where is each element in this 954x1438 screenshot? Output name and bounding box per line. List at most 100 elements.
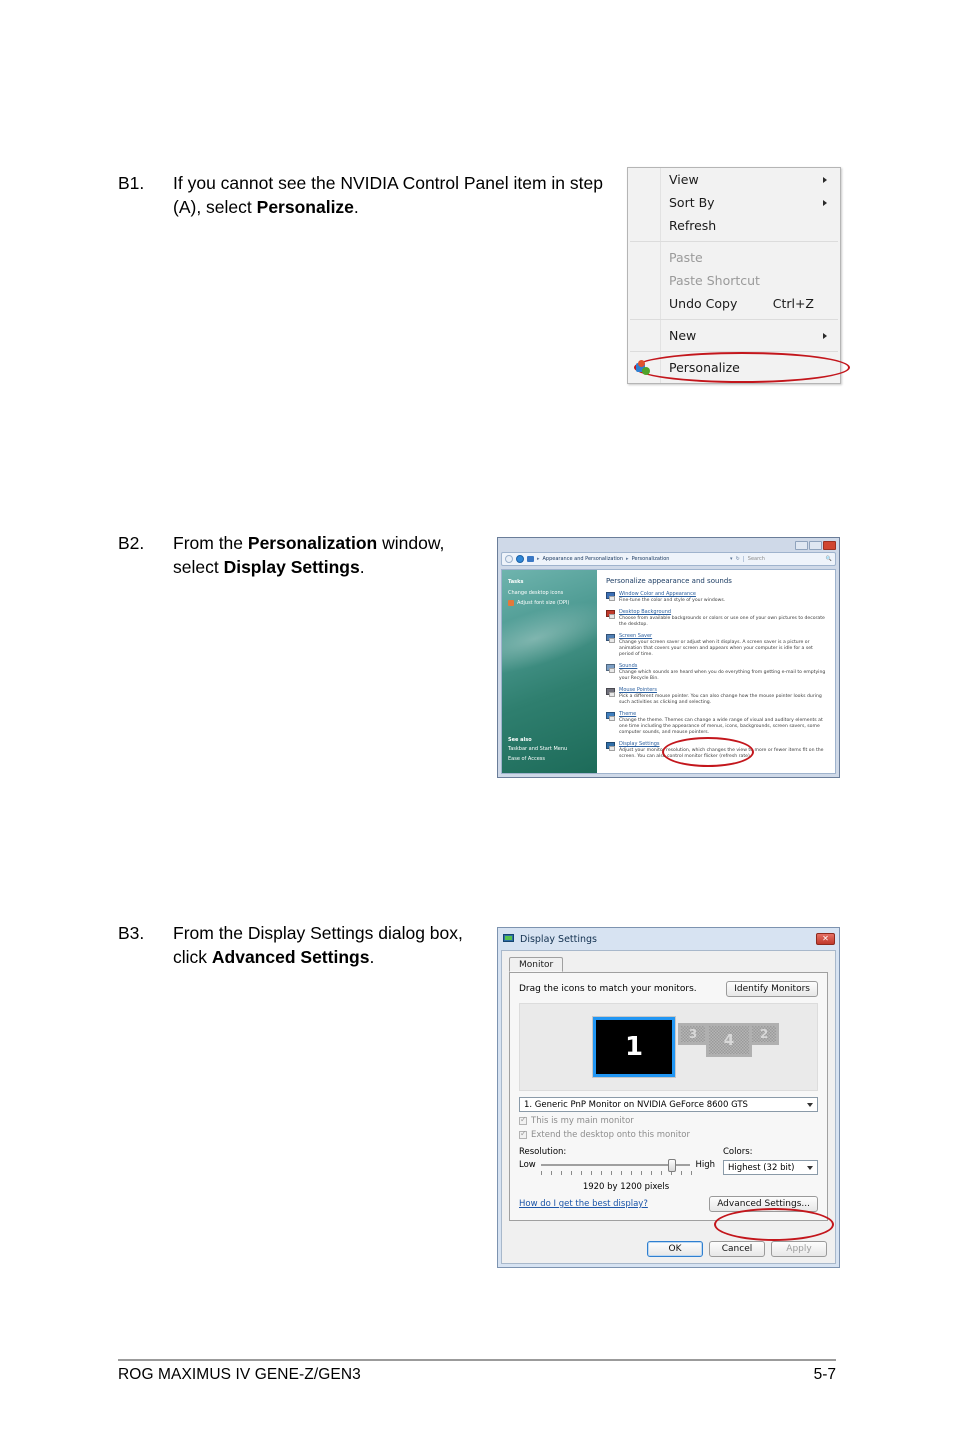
personalization-item-description: Fine-tune the color and style of your wi… — [619, 598, 726, 603]
task-link-label: Adjust font size (DPI) — [517, 600, 570, 606]
personalization-item[interactable]: Window Color and Appearance Fine-tune the… — [606, 591, 827, 604]
submenu-arrow-icon — [823, 332, 827, 339]
monitor-select-value: 1. Generic PnP Monitor on NVIDIA GeForce… — [524, 1099, 748, 1110]
task-link-label: Change desktop icons — [508, 590, 564, 596]
see-also-links: Taskbar and Start Menu Ease of Access — [508, 746, 567, 762]
desktop-context-menu[interactable]: View Sort By Refresh Paste Paste Shortcut Und… — [627, 167, 841, 384]
menu-item-refresh[interactable]: Refresh — [628, 214, 840, 237]
resolution-value-label: 1920 by 1200 pixels — [582, 1182, 670, 1192]
close-button[interactable] — [823, 541, 836, 550]
personalization-item-name[interactable]: Sounds — [619, 663, 827, 669]
monitor-select-dropdown[interactable]: 1. Generic PnP Monitor on NVIDIA GeForce… — [519, 1097, 818, 1112]
display-settings-icon — [606, 742, 615, 751]
menu-item-personalize[interactable]: Personalize — [628, 356, 840, 379]
menu-item-label: New — [669, 328, 697, 343]
see-also-link[interactable]: Taskbar and Start Menu — [508, 746, 567, 752]
personalize-icon — [636, 359, 652, 376]
control-panel-icon — [527, 556, 534, 562]
tab-strip: Monitor — [509, 957, 828, 973]
personalization-item[interactable]: Sounds Change which sounds are heard when… — [606, 663, 827, 682]
emphasis-text: Personalization — [247, 533, 378, 553]
personalization-item-name[interactable]: Theme — [619, 711, 827, 717]
menu-item-undo-copy[interactable]: Undo Copy Ctrl+Z — [628, 292, 840, 315]
see-also-link[interactable]: Ease of Access — [508, 756, 567, 762]
minimize-button[interactable] — [795, 541, 808, 550]
personalization-item-description: Change your screen saver or adjust when … — [619, 640, 813, 657]
window-color-and-appearance-icon — [606, 592, 615, 601]
body-text: . — [353, 197, 359, 217]
cancel-button[interactable]: Cancel — [709, 1241, 765, 1257]
monitor-icon-1[interactable]: 1 — [592, 1016, 676, 1078]
resolution-high-label: High — [695, 1160, 715, 1170]
resolution-slider[interactable] — [540, 1159, 691, 1172]
footer-divider — [118, 1359, 836, 1361]
monitor-icon-3[interactable]: 3 — [678, 1023, 708, 1045]
extend-desktop-checkbox[interactable]: Extend the desktop onto this monitor — [519, 1129, 818, 1140]
personalization-body: Tasks Change desktop icons Adjust font si… — [501, 569, 836, 774]
monitor-layout-area[interactable]: 1 3 4 2 — [519, 1003, 818, 1091]
main-monitor-checkbox[interactable]: This is my main monitor — [519, 1115, 818, 1126]
address-bar[interactable]: ▸ Appearance and Personalization ▸ Perso… — [501, 552, 836, 566]
resolution-slider-group: Low High — [519, 1159, 715, 1175]
step-b3-number: B3. — [118, 923, 145, 943]
task-link[interactable]: Adjust font size (DPI) — [508, 600, 591, 606]
personalization-item-name[interactable]: Display Settings — [619, 741, 827, 747]
main-monitor-label: This is my main monitor — [531, 1116, 634, 1126]
personalization-item[interactable]: Screen Saver Change your screen saver or … — [606, 633, 827, 658]
maximize-button[interactable] — [809, 541, 822, 550]
search-input[interactable]: Search — [742, 556, 823, 562]
task-link[interactable]: Change desktop icons — [508, 590, 591, 596]
best-display-link[interactable]: How do I get the best display? — [519, 1199, 648, 1209]
personalization-item-name[interactable]: Desktop Background — [619, 609, 827, 615]
back-button[interactable] — [505, 555, 513, 563]
apply-button[interactable]: Apply — [771, 1241, 827, 1257]
personalization-window[interactable]: ▸ Appearance and Personalization ▸ Perso… — [497, 537, 840, 778]
body-text: . — [359, 557, 365, 577]
screen-saver-icon — [606, 634, 615, 643]
personalization-item-description: Choose from available backgrounds or col… — [619, 616, 825, 627]
ok-button[interactable]: OK — [647, 1241, 703, 1257]
advanced-settings-button[interactable]: Advanced Settings... — [709, 1196, 818, 1212]
forward-button[interactable] — [516, 555, 524, 563]
personalization-titlebar — [501, 541, 836, 551]
menu-item-label: Paste Shortcut — [669, 273, 760, 288]
personalization-item-name[interactable]: Mouse Pointers — [619, 687, 827, 693]
see-also-section: See also Taskbar and Start Menu Ease of A… — [508, 737, 567, 766]
breadcrumb-appearance[interactable]: Appearance and Personalization — [543, 556, 624, 562]
menu-item-new[interactable]: New — [628, 324, 840, 347]
dialog-close-button[interactable]: ✕ — [816, 933, 835, 945]
window-controls[interactable] — [795, 541, 836, 550]
checkbox-box — [519, 1129, 527, 1139]
emphasis-text: Personalize — [256, 197, 354, 217]
see-also-link-label: Ease of Access — [508, 756, 546, 762]
step-b3-text: From the Display Settings dialog box, cl… — [173, 921, 488, 969]
display-settings-dialog[interactable]: Display Settings ✕ Monitor Drag the icon… — [497, 927, 840, 1268]
address-dropdown-icon[interactable]: ▾ — [730, 556, 733, 562]
personalization-item-name[interactable]: Screen Saver — [619, 633, 827, 639]
identify-monitors-button[interactable]: Identify Monitors — [726, 981, 818, 997]
personalization-item-name[interactable]: Window Color and Appearance — [619, 591, 725, 597]
see-also-heading: See also — [508, 737, 532, 743]
colors-label: Colors: — [723, 1147, 753, 1157]
personalization-item-text: Desktop Background Choose from available … — [619, 609, 827, 628]
personalization-item[interactable]: Desktop Background Choose from available … — [606, 609, 827, 628]
personalization-item[interactable]: Display Settings Adjust your monitor reso… — [606, 741, 827, 760]
monitor-icon-4[interactable]: 4 — [706, 1023, 752, 1057]
tab-monitor[interactable]: Monitor — [509, 957, 564, 972]
menu-separator — [630, 351, 838, 352]
submenu-arrow-icon — [823, 176, 827, 183]
personalization-item[interactable]: Mouse Pointers Pick a different mouse poi… — [606, 687, 827, 706]
menu-item-view[interactable]: View — [628, 168, 840, 191]
breadcrumb-personalization[interactable]: Personalization — [632, 556, 670, 562]
monitor-icon-2[interactable]: 2 — [749, 1023, 779, 1045]
colors-dropdown[interactable]: Highest (32 bit) — [723, 1160, 818, 1175]
personalization-item-text: Window Color and Appearance Fine-tune the… — [619, 591, 725, 604]
slider-thumb[interactable] — [668, 1159, 677, 1172]
submenu-arrow-icon — [823, 199, 827, 206]
personalization-item-text: Sounds Change which sounds are heard when… — [619, 663, 827, 682]
personalization-item-text: Theme Change the theme. Themes can change… — [619, 711, 827, 736]
personalization-item[interactable]: Theme Change the theme. Themes can change… — [606, 711, 827, 736]
menu-item-sort-by[interactable]: Sort By — [628, 191, 840, 214]
dialog-button-row: OK Cancel Apply — [647, 1241, 827, 1257]
refresh-icon[interactable]: ↻ — [736, 556, 740, 562]
